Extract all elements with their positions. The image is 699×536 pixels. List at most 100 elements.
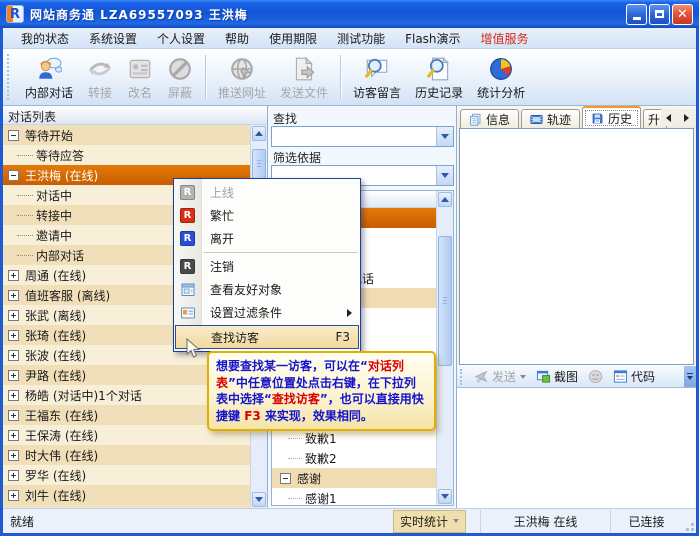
r-gray-icon: R bbox=[179, 184, 196, 201]
tooltip-text: F3 bbox=[244, 409, 261, 423]
toolbar-button-访客留言[interactable]: 访客留言 bbox=[346, 51, 408, 103]
tree-branch-line bbox=[17, 195, 33, 196]
menubar-item-Flash演示[interactable]: Flash演示 bbox=[395, 28, 470, 49]
expand-plus-icon[interactable] bbox=[8, 430, 19, 441]
tab-label: 轨迹 bbox=[547, 111, 571, 128]
toolbar-grip[interactable] bbox=[460, 369, 464, 385]
detail-panel: 信息轨迹历史升 发送截图代码 bbox=[457, 106, 696, 508]
pages-icon bbox=[469, 113, 482, 126]
status-user: 王洪梅 在线 bbox=[480, 510, 610, 533]
find-combobox[interactable] bbox=[271, 126, 454, 147]
expand-plus-icon[interactable] bbox=[8, 310, 19, 321]
message-input[interactable] bbox=[457, 388, 696, 508]
resize-grip[interactable] bbox=[682, 513, 696, 533]
menu-item-离开[interactable]: R离开 bbox=[174, 227, 360, 250]
message-toolbar-截图[interactable]: 截图 bbox=[531, 367, 583, 386]
menu-item-查看友好对象[interactable]: 查看友好对象 bbox=[174, 278, 360, 301]
menu-item-查找访客[interactable]: 查找访客F3 bbox=[175, 325, 359, 349]
menubar-item-增值服务[interactable]: 增值服务 bbox=[471, 28, 539, 49]
toolbar-button-历史记录[interactable]: 历史记录 bbox=[408, 51, 470, 103]
expand-plus-icon[interactable] bbox=[8, 270, 19, 281]
tab-历史[interactable]: 历史 bbox=[582, 106, 641, 128]
menubar-item-我的状态[interactable]: 我的状态 bbox=[11, 28, 79, 49]
realtime-stats-button[interactable]: 实时统计 bbox=[393, 510, 466, 533]
collapse-minus-icon[interactable] bbox=[8, 130, 19, 141]
expand-plus-icon[interactable] bbox=[8, 450, 19, 461]
menubar-item-测试功能[interactable]: 测试功能 bbox=[327, 28, 395, 49]
disk-icon bbox=[591, 112, 604, 125]
expand-plus-icon[interactable] bbox=[8, 330, 19, 341]
message-toolbar-代码[interactable]: 代码 bbox=[608, 367, 660, 386]
maximize-button[interactable] bbox=[649, 4, 670, 25]
tree-item-等待开始[interactable]: 等待开始 bbox=[3, 125, 250, 145]
filter-combobox-arrow-icon[interactable] bbox=[436, 166, 453, 185]
scroll-up-icon[interactable] bbox=[252, 126, 266, 141]
message-toolbar-label: 代码 bbox=[631, 368, 655, 385]
scroll-down-icon[interactable] bbox=[252, 492, 266, 507]
phrase-row-致歉2[interactable]: 致歉2 bbox=[272, 448, 436, 468]
tree-branch-line bbox=[288, 438, 302, 439]
menu-item-label: 上线 bbox=[210, 184, 352, 201]
tree-item-label: 张琦 (在线) bbox=[25, 327, 86, 344]
expand-plus-icon[interactable] bbox=[8, 490, 19, 501]
find-combobox-arrow-icon[interactable] bbox=[436, 127, 453, 146]
menu-item-设置过滤条件[interactable]: 设置过滤条件 bbox=[174, 301, 360, 324]
push-url-icon bbox=[229, 56, 255, 82]
expand-plus-icon[interactable] bbox=[8, 290, 19, 301]
tab-scroll-right-icon[interactable] bbox=[679, 109, 694, 126]
tab-轨迹[interactable]: 轨迹 bbox=[521, 109, 580, 128]
r-dark-icon: R bbox=[179, 258, 196, 275]
tree-item-label: 等待开始 bbox=[25, 127, 73, 144]
phrase-row-致歉1[interactable]: 致歉1 bbox=[272, 428, 436, 448]
expand-plus-icon[interactable] bbox=[8, 390, 19, 401]
toolbar-button-label: 改名 bbox=[128, 84, 152, 101]
tree-item-label: 对话中 bbox=[36, 187, 72, 204]
toolbar-button-统计分析[interactable]: 统计分析 bbox=[470, 51, 532, 103]
close-button[interactable]: ✕ bbox=[672, 4, 693, 25]
collapse-minus-icon[interactable] bbox=[8, 170, 19, 181]
tree-item-刘牛 (在线)[interactable]: 刘牛 (在线) bbox=[3, 485, 250, 505]
expand-plus-icon[interactable] bbox=[8, 470, 19, 481]
toolbar-grip[interactable] bbox=[7, 54, 12, 100]
tab-信息[interactable]: 信息 bbox=[460, 109, 519, 128]
toolbar-button-内部对话[interactable]: 内部对话 bbox=[18, 51, 80, 103]
scroll-thumb[interactable] bbox=[438, 236, 452, 366]
expand-plus-icon[interactable] bbox=[8, 370, 19, 381]
menubar-item-使用期限[interactable]: 使用期限 bbox=[259, 28, 327, 49]
scroll-up-icon[interactable] bbox=[438, 192, 452, 207]
main-toolbar: 内部对话转接改名屏蔽推送网址发送文件访客留言历史记录统计分析 bbox=[3, 49, 696, 106]
collapse-minus-icon[interactable] bbox=[280, 473, 291, 484]
tree-item-罗华 (在线)[interactable]: 罗华 (在线) bbox=[3, 465, 250, 485]
tree-item-时大伟 (在线)[interactable]: 时大伟 (在线) bbox=[3, 445, 250, 465]
send-file-icon bbox=[291, 56, 317, 82]
menubar-item-系统设置[interactable]: 系统设置 bbox=[79, 28, 147, 49]
expand-plus-icon[interactable] bbox=[8, 410, 19, 421]
scroll-thumb[interactable] bbox=[252, 149, 266, 179]
minimize-button[interactable] bbox=[626, 4, 647, 25]
toolbar-button-label: 转接 bbox=[88, 84, 112, 101]
scroll-down-icon[interactable] bbox=[438, 489, 452, 504]
stats-analysis-icon bbox=[488, 56, 514, 82]
detail-tabstrip: 信息 轨迹历史升 bbox=[457, 106, 696, 128]
phrase-row-label: 致歉1 bbox=[305, 430, 337, 447]
tree-item-label: 等待应答 bbox=[36, 147, 84, 164]
expand-plus-icon[interactable] bbox=[8, 350, 19, 361]
tree-item-label: 内部对话 bbox=[36, 247, 84, 264]
r-blue-icon: R bbox=[179, 230, 196, 247]
phrase-row-感谢[interactable]: 感谢 bbox=[272, 468, 436, 488]
menubar-item-个人设置[interactable]: 个人设置 bbox=[147, 28, 215, 49]
tree-item-label: 张武 (离线) bbox=[25, 307, 86, 324]
menubar-item-帮助[interactable]: 帮助 bbox=[215, 28, 259, 49]
tree-item-label: 邀请中 bbox=[36, 227, 72, 244]
tree-item-label: 杨皓 (对话中)1个对话 bbox=[25, 387, 142, 404]
toolbar-button-label: 访客留言 bbox=[353, 84, 401, 101]
tab-scroll-left-icon[interactable] bbox=[661, 109, 676, 126]
toolbar-overflow-button[interactable] bbox=[684, 366, 696, 387]
tab-label: 升 bbox=[648, 111, 660, 128]
menu-item-注销[interactable]: R注销 bbox=[174, 255, 360, 278]
phrase-list-scrollbar[interactable] bbox=[436, 191, 453, 505]
phrase-row-感谢1[interactable]: 感谢1 bbox=[272, 488, 436, 505]
tree-item-等待应答[interactable]: 等待应答 bbox=[3, 145, 250, 165]
menu-item-繁忙[interactable]: R繁忙 bbox=[174, 204, 360, 227]
toolbar-button-改名: 改名 bbox=[120, 51, 160, 103]
